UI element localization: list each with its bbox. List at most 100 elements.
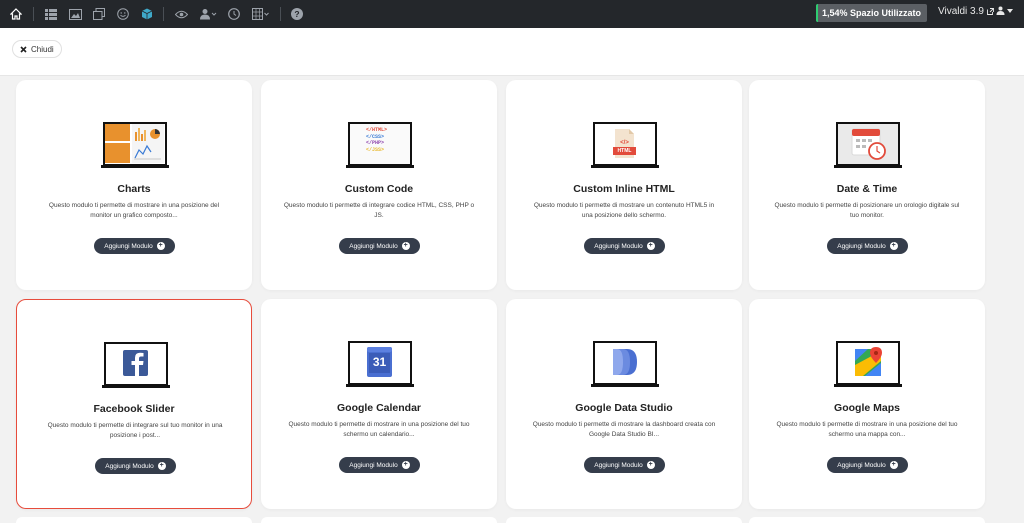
charts-icon bbox=[103, 122, 167, 166]
add-module-button[interactable]: Aggiungi Modulo + bbox=[584, 457, 665, 473]
add-module-label: Aggiungi Modulo bbox=[837, 242, 886, 250]
module-card-partial bbox=[16, 517, 252, 523]
svg-text:?: ? bbox=[294, 9, 299, 19]
card-description: Questo modulo ti permette di integrare c… bbox=[283, 202, 475, 219]
card-title: Google Calendar bbox=[336, 402, 421, 414]
image-icon[interactable] bbox=[67, 6, 83, 22]
caret-down-icon bbox=[1007, 8, 1013, 13]
home-icon[interactable] bbox=[8, 6, 24, 22]
svg-text:</>: </> bbox=[620, 140, 629, 146]
card-description: Questo modulo ti permette di posizionare… bbox=[774, 202, 960, 219]
monitor-stand bbox=[101, 165, 169, 168]
add-module-button[interactable]: Aggiungi Modulo + bbox=[827, 238, 908, 254]
add-module-label: Aggiungi Modulo bbox=[594, 461, 643, 469]
card-description: Questo modulo ti permette di mostrare un… bbox=[533, 202, 715, 219]
plus-circle-icon: + bbox=[157, 462, 166, 470]
html-badge: HTML bbox=[617, 148, 632, 154]
plus-circle-icon: + bbox=[889, 461, 898, 469]
user-menu[interactable] bbox=[996, 6, 1013, 15]
add-module-button[interactable]: Aggiungi Modulo + bbox=[339, 238, 420, 254]
card-title: Google Data Studio bbox=[575, 402, 673, 414]
add-module-label: Aggiungi Modulo bbox=[349, 461, 398, 469]
divider bbox=[33, 7, 34, 21]
plus-circle-icon: + bbox=[646, 461, 655, 469]
data-studio-icon bbox=[593, 341, 657, 385]
close-icon bbox=[20, 45, 27, 53]
user-icon bbox=[996, 6, 1005, 15]
monitor-stand bbox=[834, 165, 902, 168]
card-description: Questo modulo ti permette di mostrare in… bbox=[776, 421, 958, 438]
card-description: Questo modulo ti permette di mostrare la… bbox=[532, 421, 716, 438]
module-card-google-maps[interactable]: Google Maps Questo modulo ti permette di… bbox=[749, 299, 985, 509]
code-line-js: </JSS> bbox=[366, 146, 385, 153]
plus-circle-icon: + bbox=[646, 242, 655, 250]
module-card-partial bbox=[506, 517, 742, 523]
smiley-icon[interactable] bbox=[115, 6, 131, 22]
calendar-day-badge: 31 bbox=[372, 355, 387, 369]
monitor-stand bbox=[346, 384, 414, 387]
card-description: Questo modulo ti permette di mostrare in… bbox=[48, 202, 220, 219]
divider bbox=[163, 7, 164, 21]
add-module-label: Aggiungi Modulo bbox=[105, 462, 154, 470]
module-picker-header: Chiudi bbox=[0, 28, 1024, 76]
grid-icon[interactable] bbox=[251, 6, 271, 22]
add-module-label: Aggiungi Modulo bbox=[349, 242, 398, 250]
module-card-google-calendar[interactable]: 31 Google Calendar Questo modulo ti perm… bbox=[261, 299, 497, 509]
cube-icon[interactable] bbox=[139, 6, 155, 22]
add-module-button[interactable]: Aggiungi Modulo + bbox=[95, 458, 176, 474]
close-button-label: Chiudi bbox=[31, 44, 54, 54]
plus-circle-icon: + bbox=[889, 242, 898, 250]
plus-circle-icon: + bbox=[401, 461, 410, 469]
add-module-button[interactable]: Aggiungi Modulo + bbox=[827, 457, 908, 473]
module-card-custom-inline-html[interactable]: </> HTML Custom Inline HTML Questo modul… bbox=[506, 80, 742, 290]
module-card-google-data-studio[interactable]: Google Data Studio Questo modulo ti perm… bbox=[506, 299, 742, 509]
add-module-button[interactable]: Aggiungi Modulo + bbox=[339, 457, 420, 473]
module-card-charts[interactable]: Charts Questo modulo ti permette di most… bbox=[16, 80, 252, 290]
add-module-label: Aggiungi Modulo bbox=[837, 461, 886, 469]
calendar-clock-icon bbox=[836, 122, 900, 166]
html-file-icon: </> HTML bbox=[593, 122, 657, 166]
code-icon: </HTML> </CSS> </PHP> </JSS> bbox=[348, 122, 412, 166]
storage-usage-indicator[interactable]: 1,54% Spazio Utilizzato bbox=[816, 4, 927, 22]
add-module-label: Aggiungi Modulo bbox=[104, 242, 153, 250]
module-card-partial bbox=[261, 517, 497, 523]
help-icon[interactable]: ? bbox=[289, 6, 305, 22]
card-title: Custom Code bbox=[344, 183, 414, 195]
monitor-stand bbox=[591, 165, 659, 168]
module-card-facebook-slider[interactable]: Facebook Slider Questo modulo ti permett… bbox=[16, 299, 252, 509]
monitor-stand bbox=[346, 165, 414, 168]
card-title: Google Maps bbox=[834, 402, 900, 414]
card-description: Questo modulo ti permette di integrare s… bbox=[47, 422, 223, 439]
card-title: Charts bbox=[117, 183, 151, 195]
card-title: Date & Time bbox=[836, 183, 898, 195]
external-link-icon bbox=[987, 8, 994, 15]
monitor-stand bbox=[591, 384, 659, 387]
clock-icon[interactable] bbox=[226, 6, 242, 22]
module-card-date-time[interactable]: Date & Time Questo modulo ti permette di… bbox=[749, 80, 985, 290]
eye-icon[interactable] bbox=[173, 6, 189, 22]
list-icon[interactable] bbox=[43, 6, 59, 22]
card-title: Custom Inline HTML bbox=[573, 183, 675, 195]
layers-icon[interactable] bbox=[91, 6, 107, 22]
monitor-stand bbox=[102, 385, 170, 388]
version-link[interactable]: Vivaldi 3.9 bbox=[938, 6, 994, 17]
version-label: Vivaldi 3.9 bbox=[938, 6, 984, 17]
google-calendar-icon: 31 bbox=[348, 341, 412, 385]
module-card-custom-code[interactable]: </HTML> </CSS> </PHP> </JSS> Custom Code… bbox=[261, 80, 497, 290]
add-module-button[interactable]: Aggiungi Modulo + bbox=[584, 238, 665, 254]
code-line-html: </HTML> bbox=[366, 127, 388, 133]
plus-circle-icon: + bbox=[401, 242, 410, 250]
add-module-label: Aggiungi Modulo bbox=[594, 242, 643, 250]
google-maps-icon bbox=[836, 341, 900, 385]
code-line-php: </PHP> bbox=[366, 140, 385, 146]
user-group-icon[interactable] bbox=[198, 6, 218, 22]
add-module-button[interactable]: Aggiungi Modulo + bbox=[94, 238, 175, 254]
close-button[interactable]: Chiudi bbox=[12, 40, 62, 58]
divider bbox=[280, 7, 281, 21]
storage-usage-label: 1,54% Spazio Utilizzato bbox=[821, 8, 922, 18]
module-card-partial bbox=[749, 517, 985, 523]
card-description: Questo modulo ti permette di mostrare in… bbox=[288, 421, 470, 438]
monitor-stand bbox=[834, 384, 902, 387]
facebook-icon bbox=[104, 342, 168, 386]
card-title: Facebook Slider bbox=[93, 403, 175, 415]
